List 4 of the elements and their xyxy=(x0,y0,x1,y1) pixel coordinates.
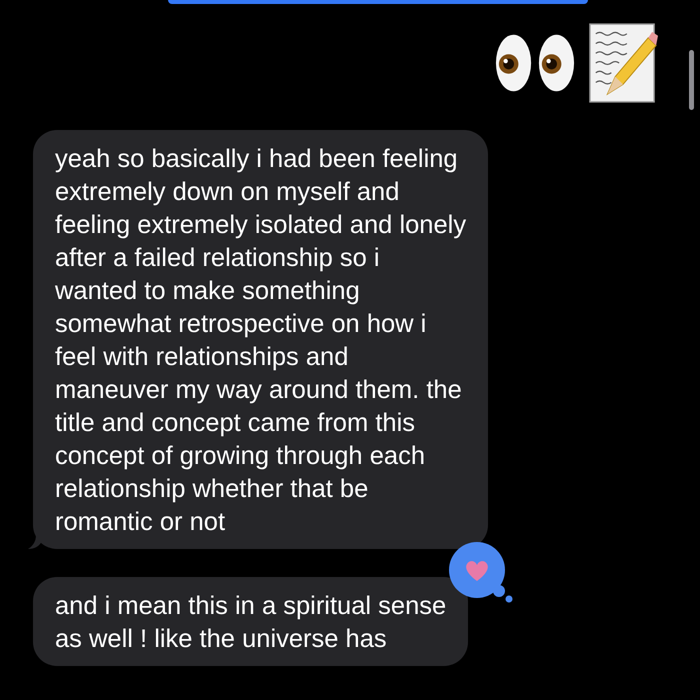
message-text: yeah so basically i had been feeling extremely down on myself and feeling extremely isolated and lonely after a failed relationship so i wanted to make something somewhat retrospective on how i feel with relationships and maneuver my way around them. the title and concept came from this concept of growing through each relationship whether that be romantic or not xyxy=(55,144,466,538)
scroll-bar xyxy=(689,50,694,110)
message-text: and i mean this in a spiritual sense as well ! like the universe has xyxy=(55,591,446,655)
memo-icon xyxy=(588,22,658,104)
